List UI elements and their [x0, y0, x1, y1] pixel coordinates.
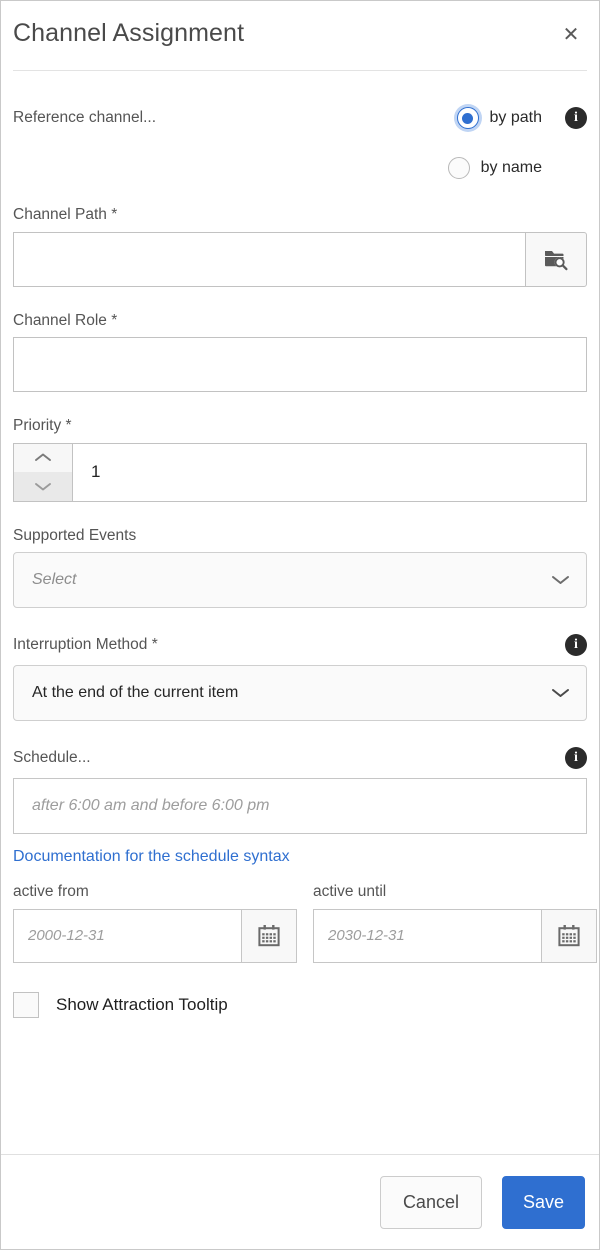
channel-path-label: Channel Path * — [13, 207, 587, 223]
schedule-input[interactable] — [13, 778, 587, 834]
close-icon[interactable]: ✕ — [557, 21, 585, 49]
calendar-icon[interactable] — [541, 909, 597, 963]
show-attraction-tooltip-row[interactable]: Show Attraction Tooltip — [13, 992, 587, 1018]
active-from-input[interactable] — [13, 909, 241, 963]
info-icon[interactable]: i — [565, 634, 587, 656]
dialog-body: Reference channel... by path i by name C… — [1, 71, 599, 1154]
folder-search-icon[interactable] — [525, 232, 587, 287]
active-range-row: active from — [13, 884, 587, 963]
interruption-method-label-row: Interruption Method * i — [13, 634, 587, 656]
channel-path-input[interactable] — [13, 232, 525, 287]
channel-role-input[interactable] — [13, 337, 587, 392]
show-attraction-tooltip-checkbox[interactable] — [13, 992, 39, 1018]
chevron-down-icon — [551, 687, 570, 699]
schedule-documentation-link[interactable]: Documentation for the schedule syntax — [13, 848, 290, 866]
reference-channel-row-2: by name — [13, 155, 587, 181]
channel-role-block: Channel Role * — [13, 313, 587, 393]
priority-stepper: 1 — [13, 443, 587, 502]
supported-events-block: Supported Events Select — [13, 528, 587, 609]
active-from-label: active from — [13, 884, 286, 900]
dialog-footer: Cancel Save — [1, 1154, 599, 1249]
radio-by-name[interactable]: by name — [448, 157, 542, 179]
radio-by-path[interactable]: by path — [457, 107, 542, 129]
channel-role-label: Channel Role * — [13, 313, 587, 329]
active-until-block: active until — [313, 884, 586, 963]
page-title: Channel Assignment — [13, 21, 244, 50]
radio-by-path-input[interactable] — [457, 107, 479, 129]
supported-events-value: Select — [32, 571, 551, 589]
info-icon[interactable]: i — [565, 747, 587, 769]
cancel-button[interactable]: Cancel — [380, 1176, 482, 1229]
priority-value[interactable]: 1 — [72, 443, 587, 502]
priority-block: Priority * 1 — [13, 418, 587, 502]
save-button[interactable]: Save — [502, 1176, 585, 1229]
radio-by-name-label: by name — [481, 159, 542, 177]
active-from-block: active from — [13, 884, 286, 963]
supported-events-label: Supported Events — [13, 528, 587, 544]
interruption-method-value: At the end of the current item — [32, 684, 551, 702]
supported-events-select[interactable]: Select — [13, 552, 587, 608]
interruption-method-label: Interruption Method * — [13, 637, 158, 653]
chevron-down-icon[interactable] — [14, 472, 72, 501]
priority-label: Priority * — [13, 418, 587, 434]
reference-channel-row: Reference channel... by path i — [13, 105, 587, 131]
channel-path-group — [13, 232, 587, 287]
channel-assignment-dialog: Channel Assignment ✕ Reference channel..… — [0, 0, 600, 1250]
active-until-label: active until — [313, 884, 586, 900]
chevron-up-icon[interactable] — [14, 444, 72, 473]
schedule-label-row: Schedule... i — [13, 747, 587, 769]
radio-by-name-input[interactable] — [448, 157, 470, 179]
reference-channel-label: Reference channel... — [13, 110, 457, 126]
priority-stepper-buttons — [13, 443, 72, 502]
active-until-field — [313, 909, 586, 963]
interruption-method-block: Interruption Method * i At the end of th… — [13, 634, 587, 721]
interruption-method-select[interactable]: At the end of the current item — [13, 665, 587, 721]
active-until-input[interactable] — [313, 909, 541, 963]
dialog-header: Channel Assignment ✕ — [1, 1, 599, 70]
channel-path-block: Channel Path * — [13, 207, 587, 287]
schedule-block: Schedule... i Documentation for the sche… — [13, 747, 587, 866]
show-attraction-tooltip-label: Show Attraction Tooltip — [56, 995, 228, 1015]
info-icon[interactable]: i — [565, 107, 587, 129]
schedule-label: Schedule... — [13, 750, 91, 766]
radio-by-path-label: by path — [490, 109, 542, 127]
active-from-field — [13, 909, 286, 963]
chevron-down-icon — [551, 574, 570, 586]
calendar-icon[interactable] — [241, 909, 297, 963]
